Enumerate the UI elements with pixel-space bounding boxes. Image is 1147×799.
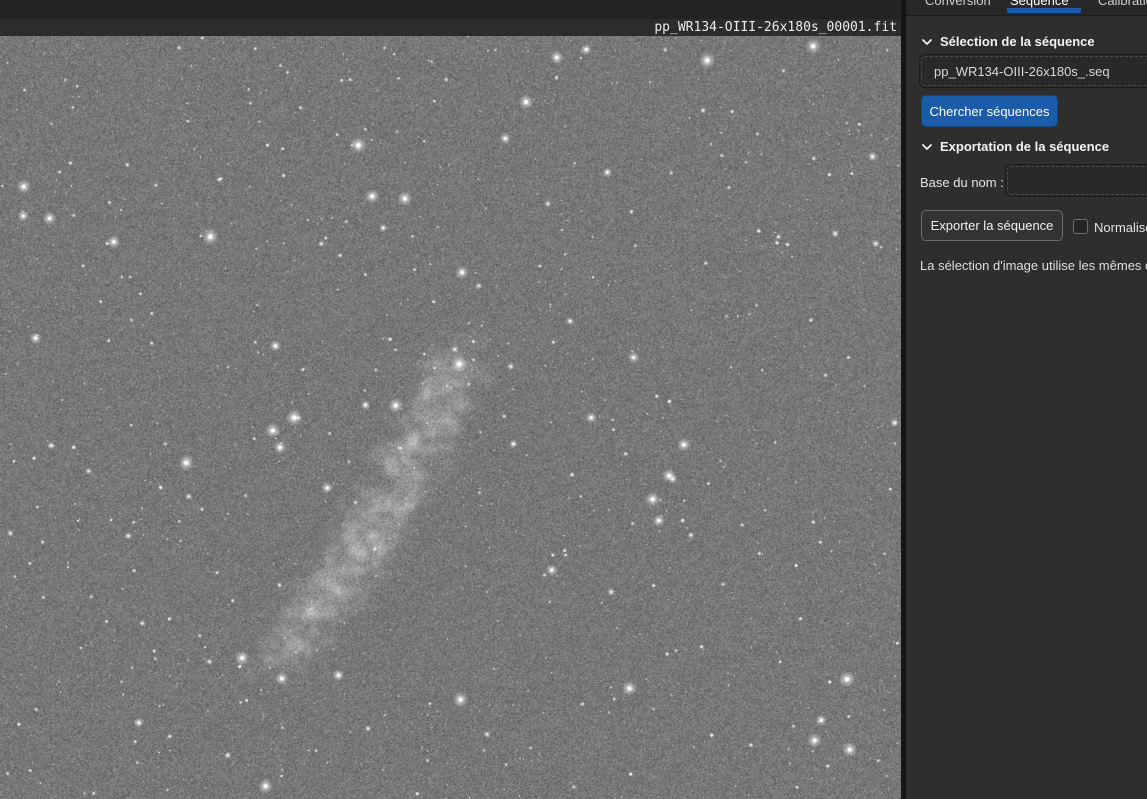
chevron-down-icon bbox=[922, 143, 932, 150]
sequence-panel: Conversion Séquence Calibration Sélectio… bbox=[906, 0, 1147, 799]
image-viewer: pp_WR134-OIII-26x180s_00001.fit bbox=[0, 0, 901, 799]
tab-sequence[interactable]: Séquence bbox=[1010, 0, 1069, 8]
sequence-selection-header: Sélection de la séquence bbox=[940, 34, 1095, 49]
starfield-image[interactable] bbox=[0, 36, 901, 799]
chevron-down-icon bbox=[922, 38, 932, 45]
search-sequences-button[interactable]: Chercher séquences bbox=[921, 95, 1058, 127]
tab-calibration[interactable]: Calibration bbox=[1098, 0, 1147, 8]
siril-window: pp_WR134-OIII-26x180s_00001.fit Conversi… bbox=[0, 0, 1147, 799]
base-name-label: Base du nom : bbox=[920, 175, 1004, 190]
panel-tabstrip: Conversion Séquence Calibration bbox=[906, 0, 1147, 16]
sequence-selection-expander[interactable]: Sélection de la séquence bbox=[921, 34, 1095, 49]
base-name-input[interactable] bbox=[1005, 164, 1147, 197]
tab-conversion[interactable]: Conversion bbox=[925, 0, 991, 8]
active-tab-indicator bbox=[1007, 8, 1081, 13]
normalize-checkbox-label: Normaliser bbox=[1094, 220, 1147, 235]
export-sequence-button[interactable]: Exporter la séquence bbox=[921, 210, 1063, 241]
selection-info-text: La sélection d'image utilise les mêmes c… bbox=[920, 258, 1147, 273]
normalize-checkbox[interactable] bbox=[1073, 219, 1088, 234]
viewer-top-strip bbox=[0, 0, 901, 19]
sequence-export-expander[interactable]: Exportation de la séquence bbox=[921, 139, 1109, 154]
sequence-name-input[interactable] bbox=[919, 54, 1147, 88]
image-filename-overlay: pp_WR134-OIII-26x180s_00001.fit bbox=[0, 19, 901, 36]
sequence-export-header: Exportation de la séquence bbox=[940, 139, 1110, 154]
